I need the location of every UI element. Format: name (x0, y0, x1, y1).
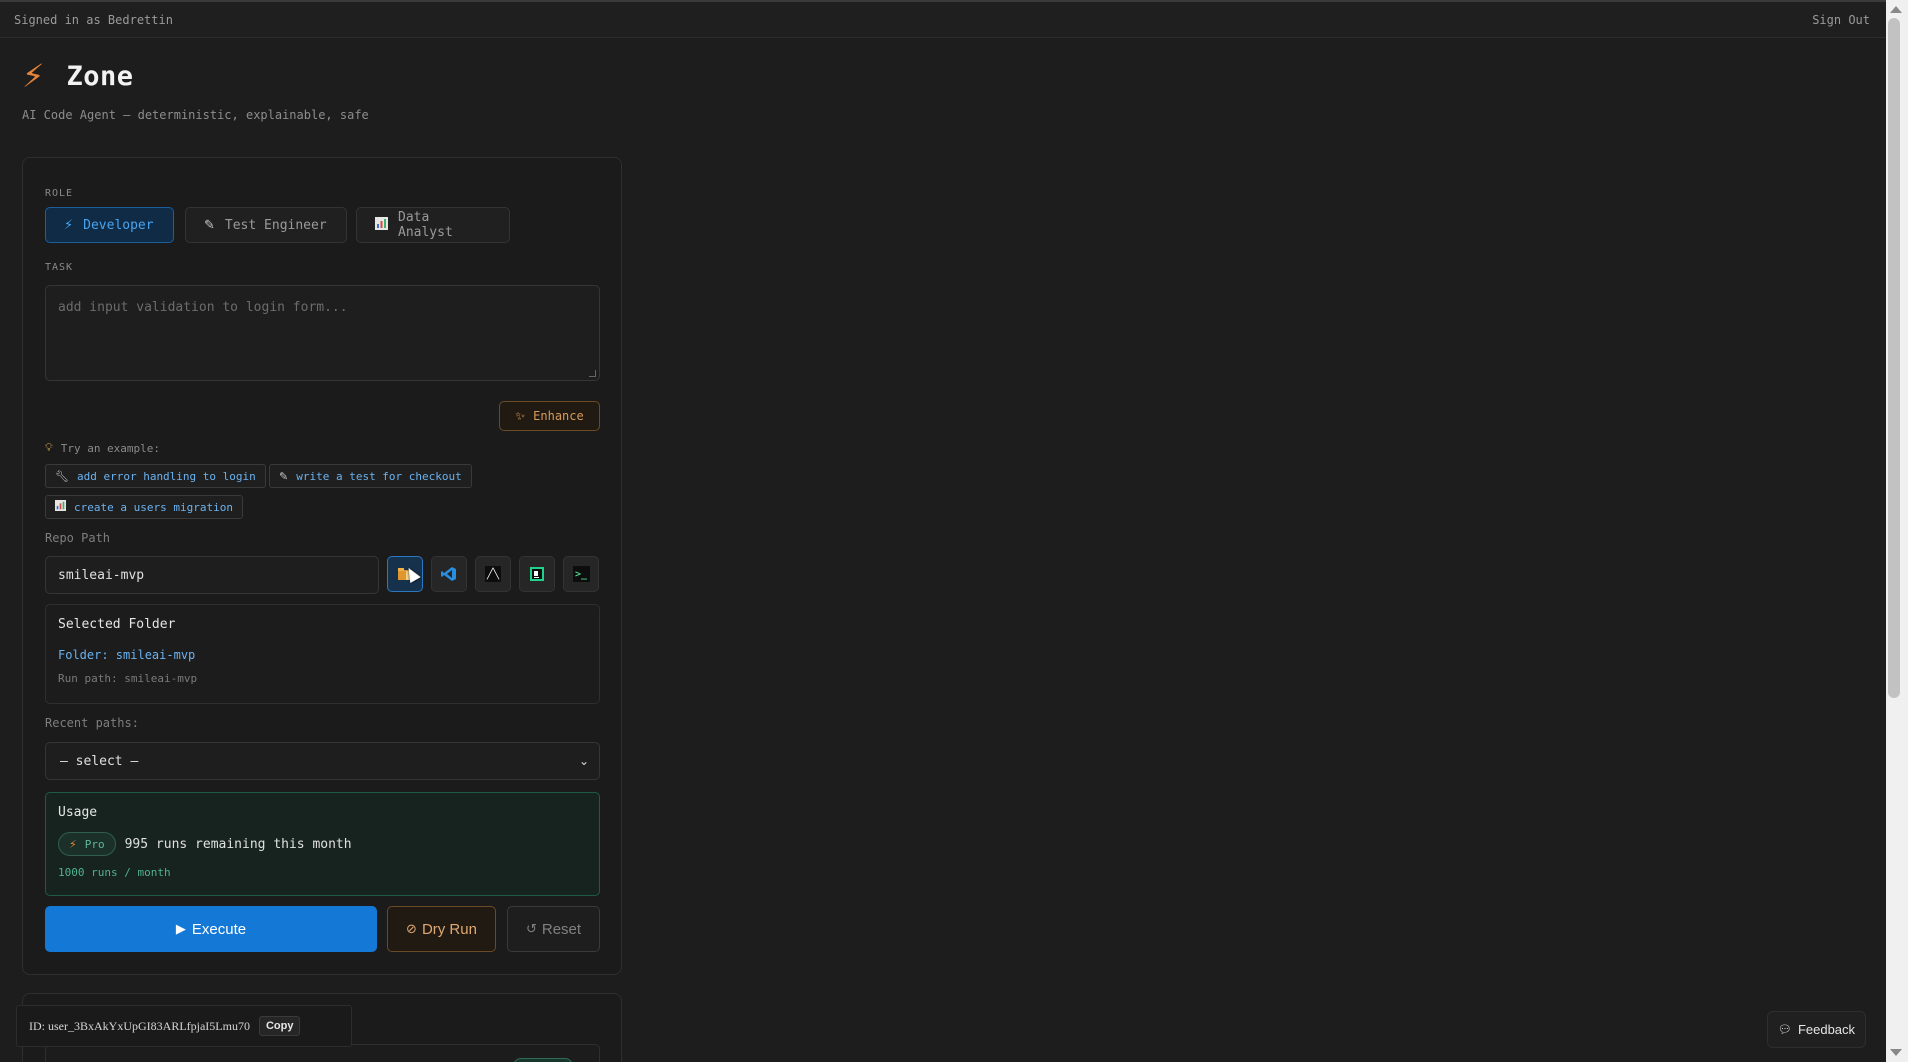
sign-out-link[interactable]: Sign Out (1812, 13, 1870, 27)
example-chip-error-handling[interactable]: 🔧︎ add error handling to login (45, 464, 266, 488)
bolt-icon: ⚡︎ (64, 217, 74, 233)
wrench-icon: 🔧︎ (55, 469, 69, 483)
enhance-button[interactable]: ✨︎ Enhance (499, 401, 600, 431)
app-title: Zone (66, 60, 134, 92)
vscode-icon (441, 566, 457, 582)
status-badge (513, 1058, 573, 1062)
recent-paths-label: Recent paths: (45, 716, 139, 730)
chevron-down-icon: ⌄ (578, 754, 589, 768)
sparkle-icon: ✨︎ (515, 408, 526, 423)
folder-name: Folder: smileai-mvp (58, 648, 196, 662)
cursor-editor-icon: ╱╲ (485, 566, 501, 582)
role-label-text: Developer (83, 217, 154, 233)
scroll-up-icon[interactable] (1890, 6, 1902, 13)
terminal-icon: >_ (572, 566, 590, 582)
play-icon: ▶ (175, 921, 186, 937)
role-data-analyst-button[interactable]: Data Analyst (356, 207, 510, 243)
pycharm-icon (529, 566, 545, 582)
open-pycharm-button[interactable] (519, 556, 555, 592)
scrollbar-thumb[interactable] (1888, 18, 1900, 698)
runs-limit: 1000 runs / month (58, 866, 171, 879)
example-hint: 💡︎ Try an example: (45, 441, 160, 455)
lightbulb-icon: 💡︎ (45, 441, 53, 454)
reset-icon: ↺ (525, 921, 537, 937)
usage-card: Usage ⚡︎ Pro 995 runs remaining this mon… (45, 792, 600, 896)
enhance-label: Enhance (533, 409, 584, 423)
execute-button[interactable]: ▶ Execute (45, 906, 377, 952)
role-test-engineer-button[interactable]: ✎ Test Engineer (185, 207, 347, 243)
speech-bubble-icon: 💬︎ (1777, 1023, 1792, 1036)
chip-label: add error handling to login (76, 469, 256, 483)
pencil-icon: ✎ (279, 469, 289, 483)
role-label-text: Test Engineer (224, 217, 327, 233)
recent-paths-selected: — select — (60, 753, 139, 769)
dry-run-label: Dry Run (421, 920, 477, 938)
selected-folder-card: Selected Folder Folder: smileai-mvp Run … (45, 604, 600, 704)
reset-label: Reset (541, 920, 582, 938)
example-chip-write-test[interactable]: ✎ write a test for checkout (269, 464, 472, 488)
feedback-button[interactable]: 💬︎ Feedback (1767, 1011, 1866, 1048)
recent-paths-select[interactable]: — select — ⌄ (45, 742, 600, 780)
role-developer-button[interactable]: ⚡︎ Developer (45, 207, 174, 243)
chip-label: create a users migration (74, 500, 233, 514)
task-textarea[interactable]: add input validation to login form... (45, 285, 600, 381)
execute-label: Execute (191, 920, 247, 938)
agent-panel: ROLE ⚡︎ Developer ✎ Test Engineer Data A… (22, 157, 622, 975)
example-chip-users-migration[interactable]: create a users migration (45, 495, 243, 519)
app-header: ⚡︎ Zone AI Code Agent — deterministic, e… (22, 60, 369, 122)
no-entry-icon: ⊘ (406, 921, 417, 937)
repo-path-input[interactable]: smileai-mvp (45, 556, 379, 594)
pencil-icon: ✎ (204, 217, 215, 233)
plan-name: Pro (84, 837, 105, 851)
repo-path-label: Repo Path (45, 531, 111, 545)
dry-run-button[interactable]: ⊘ Dry Run (387, 906, 496, 952)
user-id-tag: ID: user_3BxAkYxUpGI83ARLfpjaI5Lmu70 Cop… (16, 1005, 352, 1047)
signed-in-text: Signed in as Bedrettin (14, 12, 173, 27)
task-placeholder: add input validation to login form... (58, 300, 348, 315)
bar-chart-icon (55, 500, 66, 514)
role-label-text: Data Analyst (398, 210, 453, 240)
task-label: TASK (45, 262, 74, 273)
open-vscode-button[interactable] (431, 556, 467, 592)
open-cursor-editor-button[interactable]: ╱╲ (475, 556, 511, 592)
run-path: Run path: smileai-mvp (58, 672, 198, 685)
role-label: ROLE (45, 188, 74, 199)
resize-handle[interactable] (589, 370, 596, 377)
chip-label: write a test for checkout (296, 469, 462, 483)
runs-remaining: 995 runs remaining this month (124, 836, 352, 852)
top-bar: Signed in as Bedrettin Sign Out (0, 0, 1886, 38)
usage-title: Usage (58, 805, 98, 820)
plan-badge: ⚡︎ Pro (58, 832, 116, 856)
copy-id-button[interactable]: Copy (258, 1016, 301, 1036)
bolt-icon: ⚡︎ (22, 57, 45, 95)
bar-chart-icon (375, 216, 388, 234)
app-subtitle: AI Code Agent — deterministic, explainab… (22, 108, 369, 122)
user-id-text: ID: user_3BxAkYxUpGI83ARLfpjaI5Lmu70 (29, 1018, 250, 1033)
feedback-label: Feedback (1797, 1022, 1856, 1037)
example-hint-text: Try an example: (60, 441, 161, 455)
bolt-icon: ⚡︎ (69, 837, 77, 851)
open-terminal-button[interactable]: >_ (563, 556, 599, 592)
selected-folder-title: Selected Folder (58, 617, 176, 632)
scroll-down-icon[interactable] (1890, 1049, 1902, 1056)
reset-button[interactable]: ↺ Reset (507, 906, 600, 952)
